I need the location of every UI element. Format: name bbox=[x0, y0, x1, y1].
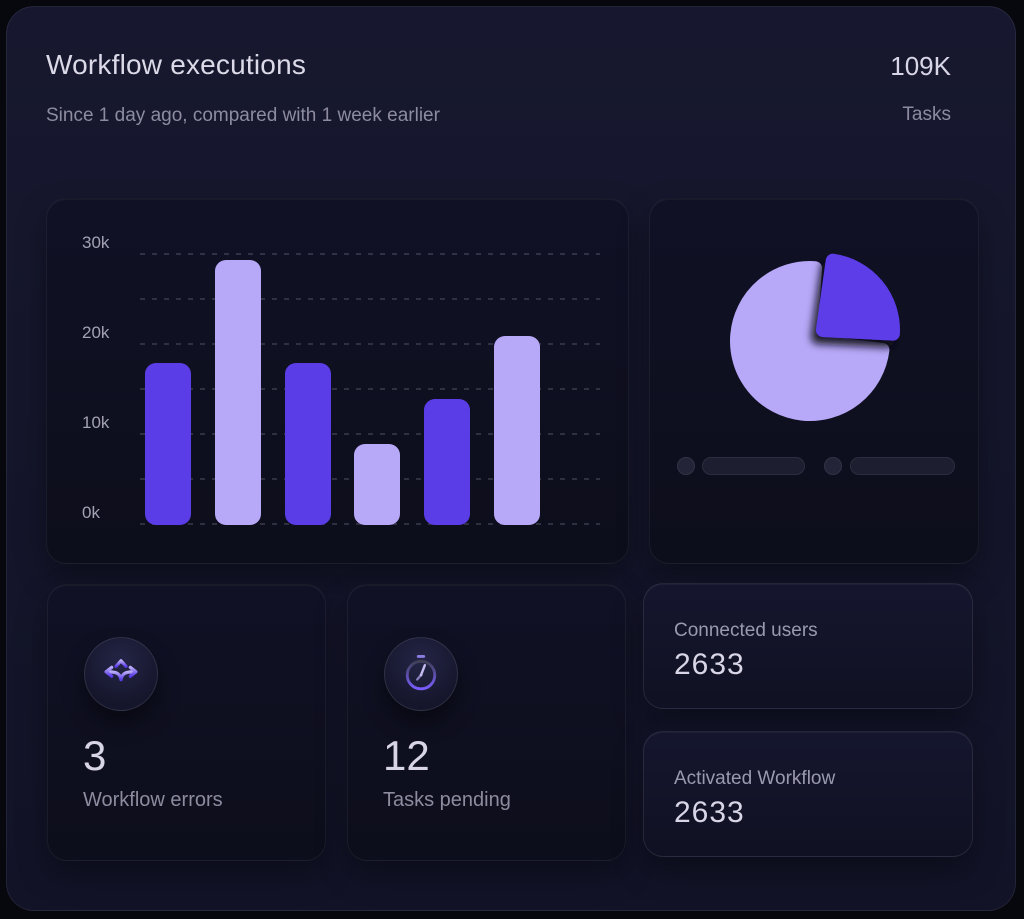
gridline bbox=[140, 298, 600, 300]
connected-users-card: Connected users 2633 bbox=[643, 583, 973, 709]
connected-users-value: 2633 bbox=[674, 648, 745, 681]
pie-chart-card bbox=[649, 198, 979, 564]
bar-1 bbox=[145, 363, 191, 525]
y-axis-tick: 10k bbox=[82, 413, 110, 432]
tasks-total: 109K Tasks bbox=[890, 51, 951, 126]
y-axis-tick: 30k bbox=[82, 233, 110, 252]
bar-plot: 0k 10k 20k 30k bbox=[82, 223, 600, 525]
tasks-pending-icon-badge bbox=[384, 637, 458, 711]
tasks-total-label: Tasks bbox=[902, 104, 951, 125]
legend-dot-placeholder bbox=[824, 457, 842, 475]
workflow-errors-value: 3 bbox=[83, 732, 107, 779]
pie-slice-secondary bbox=[816, 253, 900, 341]
page-subtitle: Since 1 day ago, compared with 1 week ea… bbox=[46, 105, 440, 126]
legend-label-placeholder bbox=[702, 457, 805, 475]
activated-workflow-value: 2633 bbox=[674, 796, 745, 829]
bar-6 bbox=[494, 336, 540, 525]
workflow-errors-icon-badge bbox=[84, 637, 158, 711]
activated-workflow-card: Activated Workflow 2633 bbox=[643, 731, 973, 857]
split-arrows-icon bbox=[104, 659, 138, 693]
y-axis-tick: 20k bbox=[82, 323, 110, 342]
activated-workflow-label: Activated Workflow bbox=[674, 768, 836, 789]
legend-label-placeholder bbox=[850, 457, 955, 475]
dashboard-panel: Workflow executions Since 1 day ago, com… bbox=[6, 6, 1016, 911]
connected-users-label: Connected users bbox=[674, 620, 818, 641]
gridline bbox=[140, 253, 600, 255]
tasks-total-value: 109K bbox=[890, 51, 951, 81]
tasks-pending-card: 12 Tasks pending bbox=[347, 584, 626, 861]
pie-chart bbox=[730, 253, 900, 421]
y-axis-tick: 0k bbox=[82, 503, 100, 522]
page-title: Workflow executions bbox=[46, 49, 307, 80]
workflow-errors-label: Workflow errors bbox=[83, 789, 223, 811]
bar-3 bbox=[284, 363, 331, 525]
bar-2 bbox=[214, 259, 261, 525]
bar-chart-card: 0k 10k 20k 30k bbox=[46, 198, 629, 564]
legend-dot-placeholder bbox=[677, 457, 695, 475]
bar-4 bbox=[354, 444, 401, 525]
tasks-pending-label: Tasks pending bbox=[383, 789, 511, 811]
tasks-pending-value: 12 bbox=[383, 732, 430, 779]
bar-5 bbox=[424, 399, 471, 525]
stopwatch-icon bbox=[405, 654, 437, 691]
workflow-errors-card: 3 Workflow errors bbox=[47, 584, 326, 861]
